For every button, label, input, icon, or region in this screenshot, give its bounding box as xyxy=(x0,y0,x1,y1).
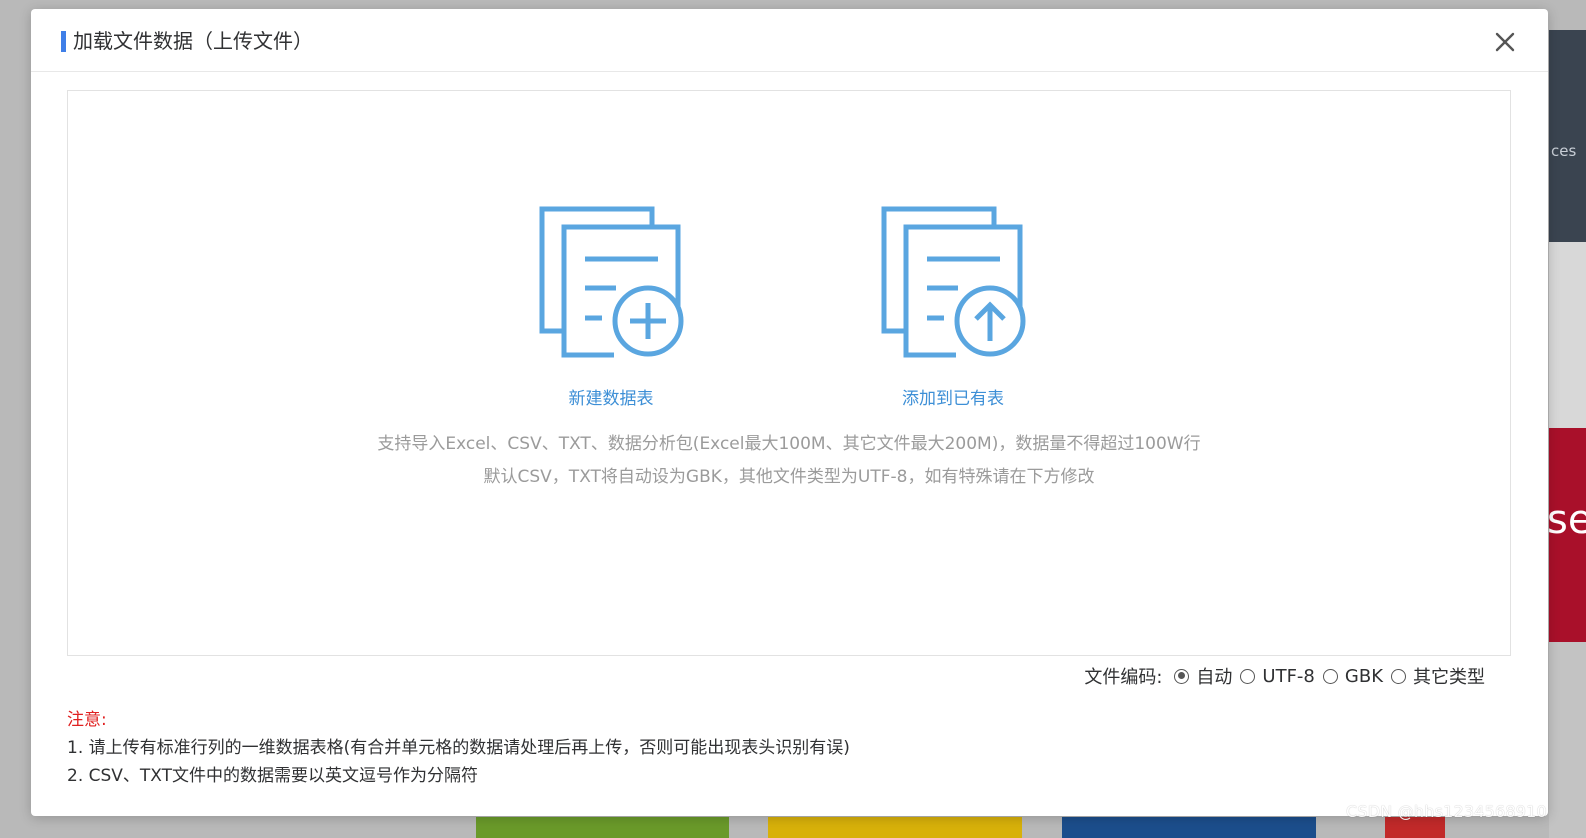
dialog-title: 加载文件数据（上传文件） xyxy=(73,29,313,53)
new-table-option[interactable]: 新建数据表 xyxy=(511,203,711,409)
encoding-option-other[interactable]: 其它类型 xyxy=(1391,663,1491,689)
radio-label: GBK xyxy=(1344,665,1383,687)
close-button[interactable] xyxy=(1494,30,1516,54)
notes-section: 注意: 1. 请上传有标准行列的一维数据表格(有合并单元格的数据请处理后再上传，… xyxy=(67,706,850,790)
background-card xyxy=(768,817,1022,838)
encoding-option-gbk[interactable]: GBK xyxy=(1322,665,1389,687)
background-text: ces xyxy=(1551,142,1577,160)
radio-label: UTF-8 xyxy=(1262,665,1315,687)
upload-file-dialog: 加载文件数据（上传文件） 新建数据表 添加到已有表 支持导入Excel、CSV、… xyxy=(31,9,1548,816)
upload-hint: 支持导入Excel、CSV、TXT、数据分析包(Excel最大100M、其它文件… xyxy=(377,434,1201,454)
dialog-header: 加载文件数据（上传文件） xyxy=(31,9,1548,72)
new-table-label: 新建数据表 xyxy=(568,389,654,409)
background-panel-bottom xyxy=(1549,642,1586,838)
radio-label: 其它类型 xyxy=(1413,667,1485,688)
note-item: 1. 请上传有标准行列的一维数据表格(有合并单元格的数据请处理后再上传，否则可能… xyxy=(67,738,850,758)
encoding-option-auto[interactable]: 自动 xyxy=(1174,663,1238,689)
append-table-label: 添加到已有表 xyxy=(902,389,1004,409)
file-encoding-group: 文件编码: 自动 UTF-8 GBK 其它类型 xyxy=(1084,663,1493,689)
note-item: 2. CSV、TXT文件中的数据需要以英文逗号作为分隔符 xyxy=(67,766,479,786)
document-upload-icon xyxy=(881,206,1026,358)
radio-button[interactable] xyxy=(1322,668,1338,684)
watermark-text: CSDN @hhs1234568910 xyxy=(1346,802,1547,821)
close-icon xyxy=(1495,32,1515,52)
radio-button[interactable] xyxy=(1391,668,1406,684)
notes-title: 注意: xyxy=(67,710,107,730)
radio-button[interactable] xyxy=(1240,668,1256,684)
encoding-option-utf8[interactable]: UTF-8 xyxy=(1240,666,1320,687)
radio-label: 自动 xyxy=(1196,667,1233,688)
background-card xyxy=(476,817,729,838)
upload-drop-zone[interactable]: 新建数据表 添加到已有表 支持导入Excel、CSV、TXT、数据分析包(Exc… xyxy=(67,90,1511,656)
document-add-icon xyxy=(539,206,684,358)
background-panel-light xyxy=(1549,242,1586,430)
background-panel-dark xyxy=(1549,30,1586,242)
file-encoding-label: 文件编码: xyxy=(1084,667,1163,688)
encoding-hint: 默认CSV，TXT将自动设为GBK，其他文件类型为UTF-8，如有特殊请在下方修… xyxy=(483,467,1095,487)
append-table-option[interactable]: 添加到已有表 xyxy=(853,203,1053,409)
background-card xyxy=(1062,817,1316,838)
title-accent-bar xyxy=(61,31,66,52)
background-banner-text: se xyxy=(1547,497,1586,543)
radio-button[interactable] xyxy=(1174,668,1190,684)
